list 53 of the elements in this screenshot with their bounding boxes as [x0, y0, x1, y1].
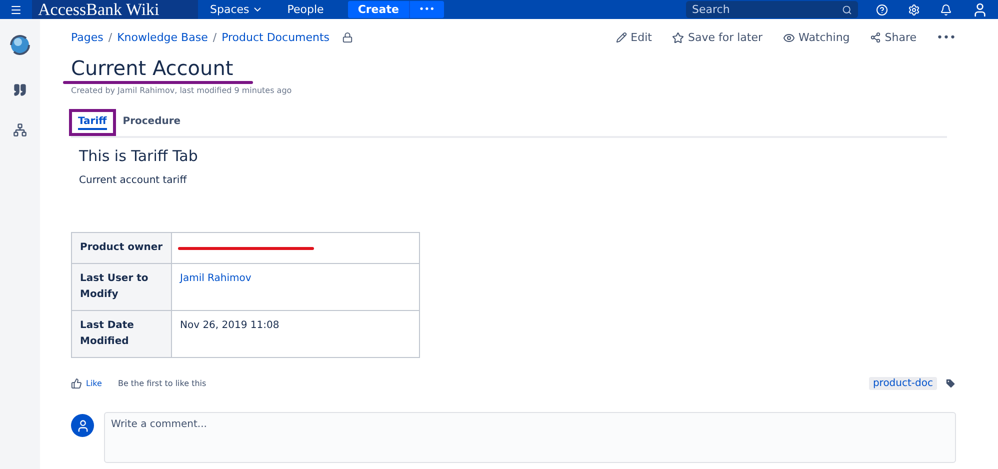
comment-field[interactable]: Write a comment... — [104, 412, 956, 463]
user-icon — [76, 418, 90, 432]
like-label: Like — [86, 379, 102, 388]
page-title: Current Account — [71, 56, 234, 80]
action-label: Watching — [798, 31, 850, 44]
date-text: Nov 26, 2019 11:08 — [180, 320, 280, 331]
menu-icon[interactable] — [10, 4, 22, 16]
settings-icon[interactable] — [908, 4, 920, 16]
page-action-link[interactable]: Share — [870, 31, 917, 44]
star-icon — [672, 32, 684, 44]
page-action-link[interactable]: Save for later — [672, 31, 763, 44]
table-header-cell: Last Date Modified — [72, 310, 172, 358]
page-byline: Created by Jamil Rahimov, last modified 9 minutes ago — [71, 86, 293, 95]
breadcrumb-link[interactable]: Product Documents — [222, 31, 330, 44]
page-label[interactable]: product-doc — [868, 377, 937, 390]
search-icon — [842, 4, 852, 14]
tab-heading: This is Tariff Tab — [79, 147, 199, 165]
action-label: Save for later — [688, 31, 763, 44]
page-action-link[interactable]: Edit — [616, 31, 652, 44]
breadcrumb-link[interactable]: Knowledge Base — [117, 31, 208, 44]
search-field[interactable]: Search — [686, 1, 858, 18]
create-button[interactable]: Create — [348, 1, 409, 18]
more-actions-button[interactable]: ••• — [936, 31, 956, 44]
nav-link[interactable]: People — [275, 3, 336, 16]
tab[interactable]: Tariff — [69, 109, 116, 136]
pencil-icon — [616, 32, 627, 43]
breadcrumb-separator: / — [212, 31, 217, 44]
avatar-icon[interactable] — [972, 2, 988, 18]
globe-logo-icon[interactable] — [8, 33, 32, 57]
like-link[interactable]: Like — [71, 378, 102, 389]
user-link[interactable]: Jamil Rahimov — [180, 273, 252, 284]
action-label: Share — [884, 31, 917, 44]
breadcrumb-separator: / — [108, 31, 112, 44]
eye-icon — [782, 32, 795, 44]
table-header-cell: Last User to Modify — [72, 264, 172, 310]
table-header-cell: Product owner — [72, 232, 172, 264]
help-icon[interactable] — [876, 4, 888, 16]
page-action-link[interactable]: Watching — [782, 31, 850, 44]
tree-icon[interactable] — [13, 123, 27, 137]
notification-icon[interactable] — [940, 4, 952, 16]
tab[interactable]: Procedure — [114, 109, 190, 136]
breadcrumb-link[interactable]: Pages — [71, 31, 104, 44]
like-summary: Be the first to like this — [118, 379, 206, 388]
share-icon — [870, 32, 881, 43]
thumbs-up-icon — [71, 378, 82, 389]
nav-link[interactable]: Spaces — [198, 3, 276, 16]
tab-text: Current account tariff — [79, 175, 188, 186]
quote-icon[interactable] — [13, 83, 27, 97]
action-label: Edit — [630, 31, 652, 44]
lock-icon[interactable] — [342, 32, 353, 43]
tag-icon[interactable] — [945, 378, 956, 389]
more-button[interactable]: ••• — [408, 1, 444, 18]
site-logo[interactable]: AccessBank Wiki — [32, 0, 198, 19]
